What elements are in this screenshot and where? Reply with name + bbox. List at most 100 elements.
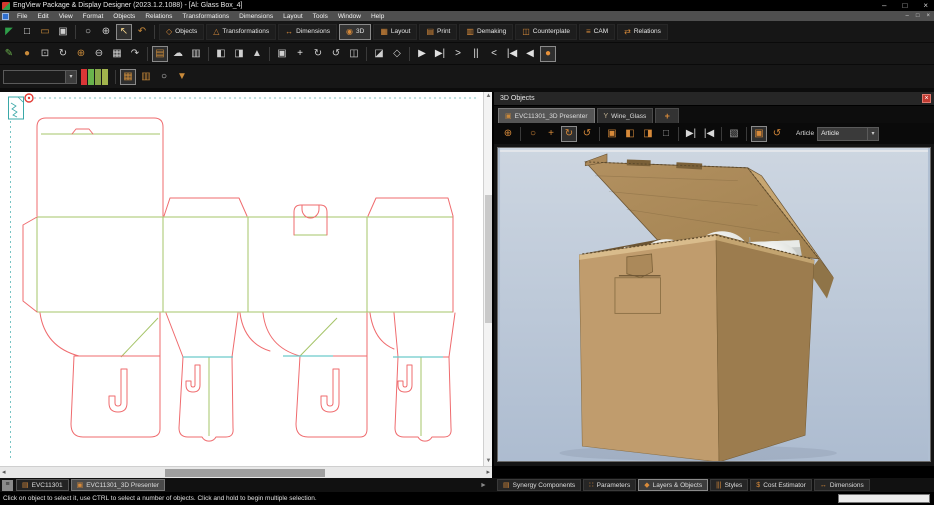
doc-tab-evc11301-3d-presenter[interactable]: ▣ EVC11301_3D Presenter bbox=[70, 479, 166, 491]
pause-icon[interactable]: || bbox=[468, 46, 484, 62]
select-arrow-icon[interactable]: ↖ bbox=[116, 23, 132, 40]
report-icon[interactable]: ▥ bbox=[188, 46, 204, 62]
box-wireframe-icon[interactable]: □ bbox=[658, 126, 674, 142]
toolbar-button-print[interactable]: ▤ Print bbox=[419, 23, 458, 40]
menu-transformations[interactable]: Transformations bbox=[177, 11, 234, 21]
menu-window[interactable]: Window bbox=[333, 11, 366, 21]
menu-view[interactable]: View bbox=[54, 11, 78, 21]
fold-unfold-icon[interactable]: ↺ bbox=[769, 126, 785, 142]
menu-edit[interactable]: Edit bbox=[32, 11, 53, 21]
zoom-in-icon[interactable]: ⊕ bbox=[98, 24, 114, 40]
turntable-icon[interactable]: ↺ bbox=[328, 46, 344, 62]
snapshot-icon[interactable]: ◪ bbox=[371, 46, 387, 62]
toolbar-button-cam[interactable]: ≡ CAM bbox=[579, 23, 616, 40]
maximize-button[interactable]: □ bbox=[902, 1, 907, 10]
filter-icon[interactable]: ▼ bbox=[174, 69, 190, 85]
dimensions-button[interactable]: ↔ Dimensions bbox=[813, 479, 870, 491]
duplicate-view-icon[interactable]: ◫ bbox=[346, 46, 362, 62]
toolbar-button-demaking[interactable]: ▥ Demaking bbox=[459, 23, 514, 40]
box-screen-icon[interactable]: ▣ bbox=[751, 125, 767, 142]
add-presenter-tab-button[interactable]: + bbox=[655, 108, 680, 123]
preview-document-icon[interactable]: ⊡ bbox=[37, 46, 53, 62]
close-button[interactable]: × bbox=[923, 1, 928, 10]
layer-colors-icon[interactable] bbox=[81, 68, 108, 85]
menu-tools[interactable]: Tools bbox=[308, 11, 333, 21]
zoom-in-3d-icon[interactable]: ⊕ bbox=[500, 126, 516, 142]
back-icon[interactable]: < bbox=[486, 46, 502, 62]
spreadsheet-icon[interactable]: ▦ bbox=[109, 46, 125, 62]
play-icon[interactable]: ▶ bbox=[414, 46, 430, 62]
menu-relations[interactable]: Relations bbox=[140, 11, 177, 21]
article-combobox[interactable]: Article ▾ bbox=[817, 126, 880, 141]
redo-icon[interactable]: ↷ bbox=[127, 46, 143, 62]
vertical-scroll-thumb[interactable] bbox=[485, 195, 492, 323]
turntable-3d-icon[interactable]: ↺ bbox=[579, 126, 595, 142]
tab-wine-glass[interactable]: Y Wine_Glass bbox=[596, 108, 654, 123]
menu-layout[interactable]: Layout bbox=[278, 11, 308, 21]
open-folder-icon[interactable]: ▭ bbox=[37, 24, 53, 40]
parameters-button[interactable]: ∷ Parameters bbox=[583, 479, 637, 491]
material-box-icon[interactable]: ▣ bbox=[274, 46, 290, 62]
skip-end-icon[interactable]: ▶| bbox=[432, 46, 448, 62]
document-3d-icon[interactable]: ▤ bbox=[152, 45, 168, 62]
fold-forward-icon[interactable]: ▶| bbox=[683, 126, 699, 142]
horizontal-scroll-thumb[interactable] bbox=[165, 469, 325, 477]
layers-objects-button[interactable]: ◆ Layers & Objects bbox=[638, 479, 709, 491]
fold-back-icon[interactable]: |◀ bbox=[701, 126, 717, 142]
cube-grey-icon[interactable]: ▧ bbox=[726, 126, 742, 142]
viewport-3d[interactable] bbox=[497, 147, 931, 463]
toolbar-button-3d[interactable]: ◉ 3D bbox=[339, 23, 372, 40]
toolbar-button-dimensions[interactable]: ↔ Dimensions bbox=[278, 23, 338, 40]
save-icon[interactable]: ▣ bbox=[55, 24, 71, 40]
skip-start-icon[interactable]: |◀ bbox=[504, 46, 520, 62]
stack-icon[interactable]: ◨ bbox=[231, 46, 247, 62]
toolbar-button-objects[interactable]: ◇ Objects bbox=[159, 23, 205, 40]
cloud-upload-icon[interactable]: ☁ bbox=[170, 46, 186, 62]
box-open-icon[interactable]: ◧ bbox=[622, 126, 638, 142]
canvas-horizontal-scrollbar[interactable]: ◂ ▸ bbox=[0, 466, 492, 478]
zoom-area-icon[interactable]: ⊕ bbox=[73, 46, 89, 62]
fold-carton-icon[interactable]: ◧ bbox=[213, 46, 229, 62]
tab-scroll-right-icon[interactable]: ► bbox=[480, 482, 487, 489]
step-back-icon[interactable]: ◀ bbox=[522, 46, 538, 62]
dieline-layers-icon[interactable]: ▦ bbox=[120, 68, 136, 85]
pan-3d-icon[interactable]: + bbox=[543, 126, 559, 142]
forward-icon[interactable]: > bbox=[450, 46, 466, 62]
scroll-right-icon[interactable]: ▸ bbox=[486, 468, 490, 478]
cube-icon[interactable]: ◇ bbox=[389, 46, 405, 62]
canvas-vertical-scrollbar[interactable]: ▲ ▼ bbox=[483, 92, 492, 466]
dieline-canvas[interactable] bbox=[0, 92, 483, 466]
toolbar-button-relations[interactable]: ⇄ Relations bbox=[617, 23, 668, 40]
toolbar-button-counterplate[interactable]: ◫ Counterplate bbox=[515, 23, 577, 40]
doc-tab-evc11301[interactable]: ▤ EVC11301 bbox=[16, 479, 69, 491]
menu-format[interactable]: Format bbox=[78, 11, 109, 21]
menu-dimensions[interactable]: Dimensions bbox=[234, 11, 278, 21]
orbit-3d-icon[interactable]: ↻ bbox=[561, 125, 577, 142]
cost-estimator-button[interactable]: $ Cost Estimator bbox=[750, 479, 812, 491]
new-document-icon[interactable]: □ bbox=[19, 24, 35, 40]
mdi-minimize-button[interactable]: – bbox=[906, 13, 909, 19]
shape-fill-icon[interactable]: ● bbox=[19, 46, 35, 62]
tab-evc11301-3d-presenter[interactable]: ▣ EVC11301_3D Presenter bbox=[498, 108, 595, 123]
synergy-components-button[interactable]: ▤ Synergy Components bbox=[497, 479, 582, 491]
zoom-3d-icon[interactable]: ○ bbox=[525, 126, 541, 142]
zoom-icon[interactable]: ○ bbox=[80, 24, 96, 40]
engview-app-icon[interactable]: ◤ bbox=[1, 24, 17, 40]
render-scene-icon[interactable]: ▲ bbox=[249, 46, 265, 62]
tab-list-button[interactable]: ≡ bbox=[2, 479, 13, 491]
refresh-icon[interactable]: ↻ bbox=[55, 46, 71, 62]
panel-close-icon[interactable]: × bbox=[922, 94, 931, 103]
undo-icon[interactable]: ↶ bbox=[134, 24, 150, 40]
edit-drawing-icon[interactable]: ✎ bbox=[1, 46, 17, 62]
toolbar-button-layout[interactable]: ▦ Layout bbox=[373, 23, 418, 40]
mdi-close-button[interactable]: × bbox=[926, 13, 930, 19]
pan-icon[interactable]: + bbox=[292, 46, 308, 62]
styles-button[interactable]: ||| Styles bbox=[710, 479, 749, 491]
menu-objects[interactable]: Objects bbox=[108, 11, 140, 21]
menu-file[interactable]: File bbox=[12, 11, 32, 21]
layer-combobox[interactable]: ▾ bbox=[3, 69, 77, 84]
orbit-icon[interactable]: ↻ bbox=[310, 46, 326, 62]
zoom-out-icon[interactable]: ⊖ bbox=[91, 46, 107, 62]
menu-help[interactable]: Help bbox=[366, 11, 389, 21]
box-lid-icon[interactable]: ◨ bbox=[640, 126, 656, 142]
